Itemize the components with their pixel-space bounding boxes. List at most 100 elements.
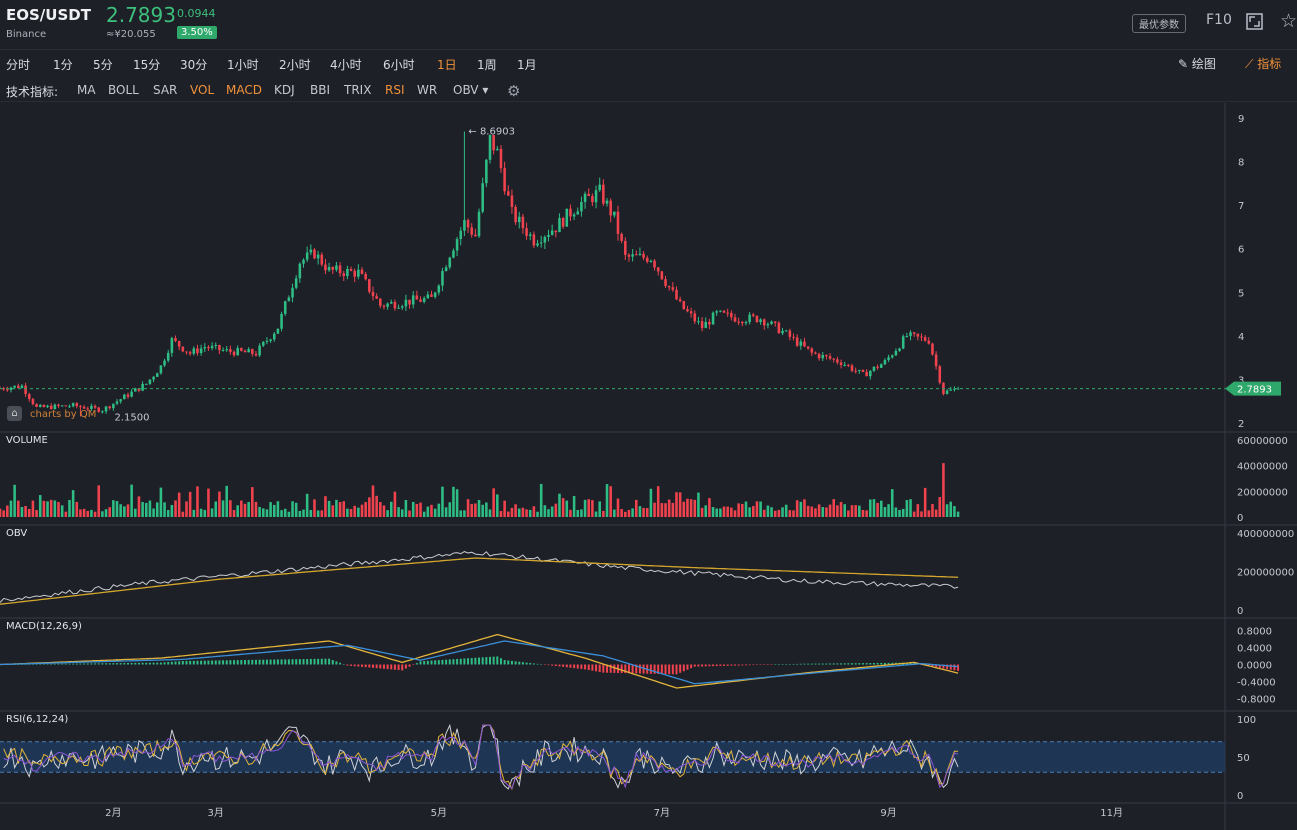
period-tab[interactable]: 1日: [437, 56, 457, 73]
last-price-tag-label: 2.7893: [1237, 385, 1272, 396]
macd-histogram-bar: [225, 660, 228, 665]
star-icon[interactable]: ☆: [1280, 10, 1297, 32]
macd-histogram-bar: [704, 664, 707, 667]
macd-histogram-bar: [668, 664, 671, 675]
volume-bar: [134, 508, 137, 517]
period-tab[interactable]: 1分: [53, 56, 73, 73]
period-tab[interactable]: 5分: [93, 56, 113, 73]
macd-histogram-bar: [481, 657, 484, 665]
indicator-tab[interactable]: MA: [77, 83, 96, 97]
candle-body: [64, 405, 68, 407]
volume-bar: [148, 500, 152, 517]
candle-body: [177, 341, 181, 347]
candle-body: [741, 321, 744, 324]
f10-button[interactable]: F10: [1206, 12, 1232, 28]
indicator-tab[interactable]: VOL: [190, 83, 214, 97]
indicator-tab[interactable]: MACD: [226, 83, 262, 97]
macd-histogram-bar: [415, 663, 418, 665]
fullscreen-icon[interactable]: [1246, 13, 1263, 30]
macd-histogram-bar: [496, 656, 499, 665]
candle-body: [532, 234, 536, 246]
candle-body: [126, 394, 130, 397]
macd-histogram-bar: [456, 658, 459, 665]
home-icon[interactable]: ⌂: [7, 406, 22, 421]
macd-histogram-bar: [510, 660, 513, 665]
draw-button[interactable]: ✎ 绘图: [1178, 55, 1216, 72]
candle-body: [514, 206, 517, 223]
macd-histogram-bar: [371, 664, 374, 668]
candle-body: [422, 298, 426, 302]
candle-body: [97, 407, 101, 412]
gear-icon[interactable]: ⚙: [507, 82, 520, 100]
candle-body: [79, 406, 82, 408]
period-tab[interactable]: 6小时: [383, 56, 415, 73]
volume-bar: [803, 499, 806, 517]
candle-body: [466, 220, 470, 228]
candle-body: [276, 328, 280, 334]
candle-body: [554, 230, 558, 233]
candle-body: [898, 348, 901, 351]
indicator-tab[interactable]: SAR: [153, 83, 177, 97]
macd-histogram-bar: [649, 664, 652, 674]
volume-bar: [251, 487, 254, 517]
volume-bar: [243, 503, 247, 517]
candle-body: [649, 260, 653, 262]
indicator-tab[interactable]: BBI: [310, 83, 330, 97]
macd-histogram-bar: [79, 663, 82, 665]
volume-bar: [254, 501, 258, 517]
indicator-tab[interactable]: BOLL: [108, 83, 139, 97]
candle-body: [638, 253, 642, 256]
volume-bar: [550, 506, 554, 517]
indicator-button[interactable]: ⟋ 指标: [1245, 55, 1281, 72]
volume-bar: [276, 501, 280, 517]
candle-body: [419, 299, 422, 302]
indicator-tab[interactable]: WR: [417, 83, 437, 97]
candle-body: [609, 200, 612, 216]
period-tab[interactable]: 4小时: [330, 56, 362, 73]
indicator-tab[interactable]: OBV ▾: [453, 83, 488, 97]
period-tab[interactable]: 1月: [517, 56, 537, 73]
candle-body: [342, 273, 346, 277]
volume-bar: [956, 511, 960, 517]
indicator-tab[interactable]: RSI: [385, 83, 405, 97]
period-tab[interactable]: 分时: [6, 56, 30, 73]
high-annotation: ← 8.6903: [468, 126, 515, 137]
indicator-tab[interactable]: TRIX: [344, 83, 371, 97]
period-tab[interactable]: 15分: [133, 56, 160, 73]
macd-histogram-bar: [591, 664, 594, 671]
volume-bar: [459, 510, 463, 517]
macd-histogram-bar: [631, 664, 634, 674]
volume-bar: [466, 499, 470, 517]
period-tab[interactable]: 1小时: [227, 56, 259, 73]
optimal-params-button[interactable]: 最优参数: [1132, 14, 1186, 33]
obv-ma-line: [0, 557, 959, 605]
macd-histogram-bar: [514, 661, 517, 665]
period-tab[interactable]: 30分: [180, 56, 207, 73]
chart-canvas[interactable]: 987654322.7893← 8.69032.1500600000004000…: [0, 103, 1297, 830]
candle-body: [119, 399, 122, 402]
volume-bar: [137, 496, 141, 517]
macd-histogram-bar: [763, 664, 766, 665]
indicator-tab[interactable]: KDJ: [274, 83, 295, 97]
volume-bar: [737, 503, 740, 517]
candle-body: [221, 349, 225, 351]
period-tab[interactable]: 2小时: [279, 56, 311, 73]
macd-histogram-bar: [467, 658, 470, 665]
volume-bar: [616, 498, 620, 517]
macd-histogram-bar: [445, 659, 448, 665]
macd-histogram-bar: [86, 663, 89, 665]
macd-histogram-bar: [53, 663, 56, 665]
volume-bar: [847, 510, 850, 517]
candle-body: [229, 349, 232, 352]
macd-histogram-bar: [949, 664, 952, 670]
volume-bar: [879, 500, 883, 517]
candle-body: [459, 230, 463, 240]
volume-bar: [86, 510, 90, 517]
candle-body: [174, 338, 177, 342]
volume-bar: [177, 492, 181, 517]
candle-body: [20, 385, 24, 388]
period-tab[interactable]: 1周: [477, 56, 497, 73]
macd-histogram-bar: [50, 663, 53, 665]
macd-histogram-bar: [832, 663, 835, 665]
volume-bar: [82, 508, 86, 517]
